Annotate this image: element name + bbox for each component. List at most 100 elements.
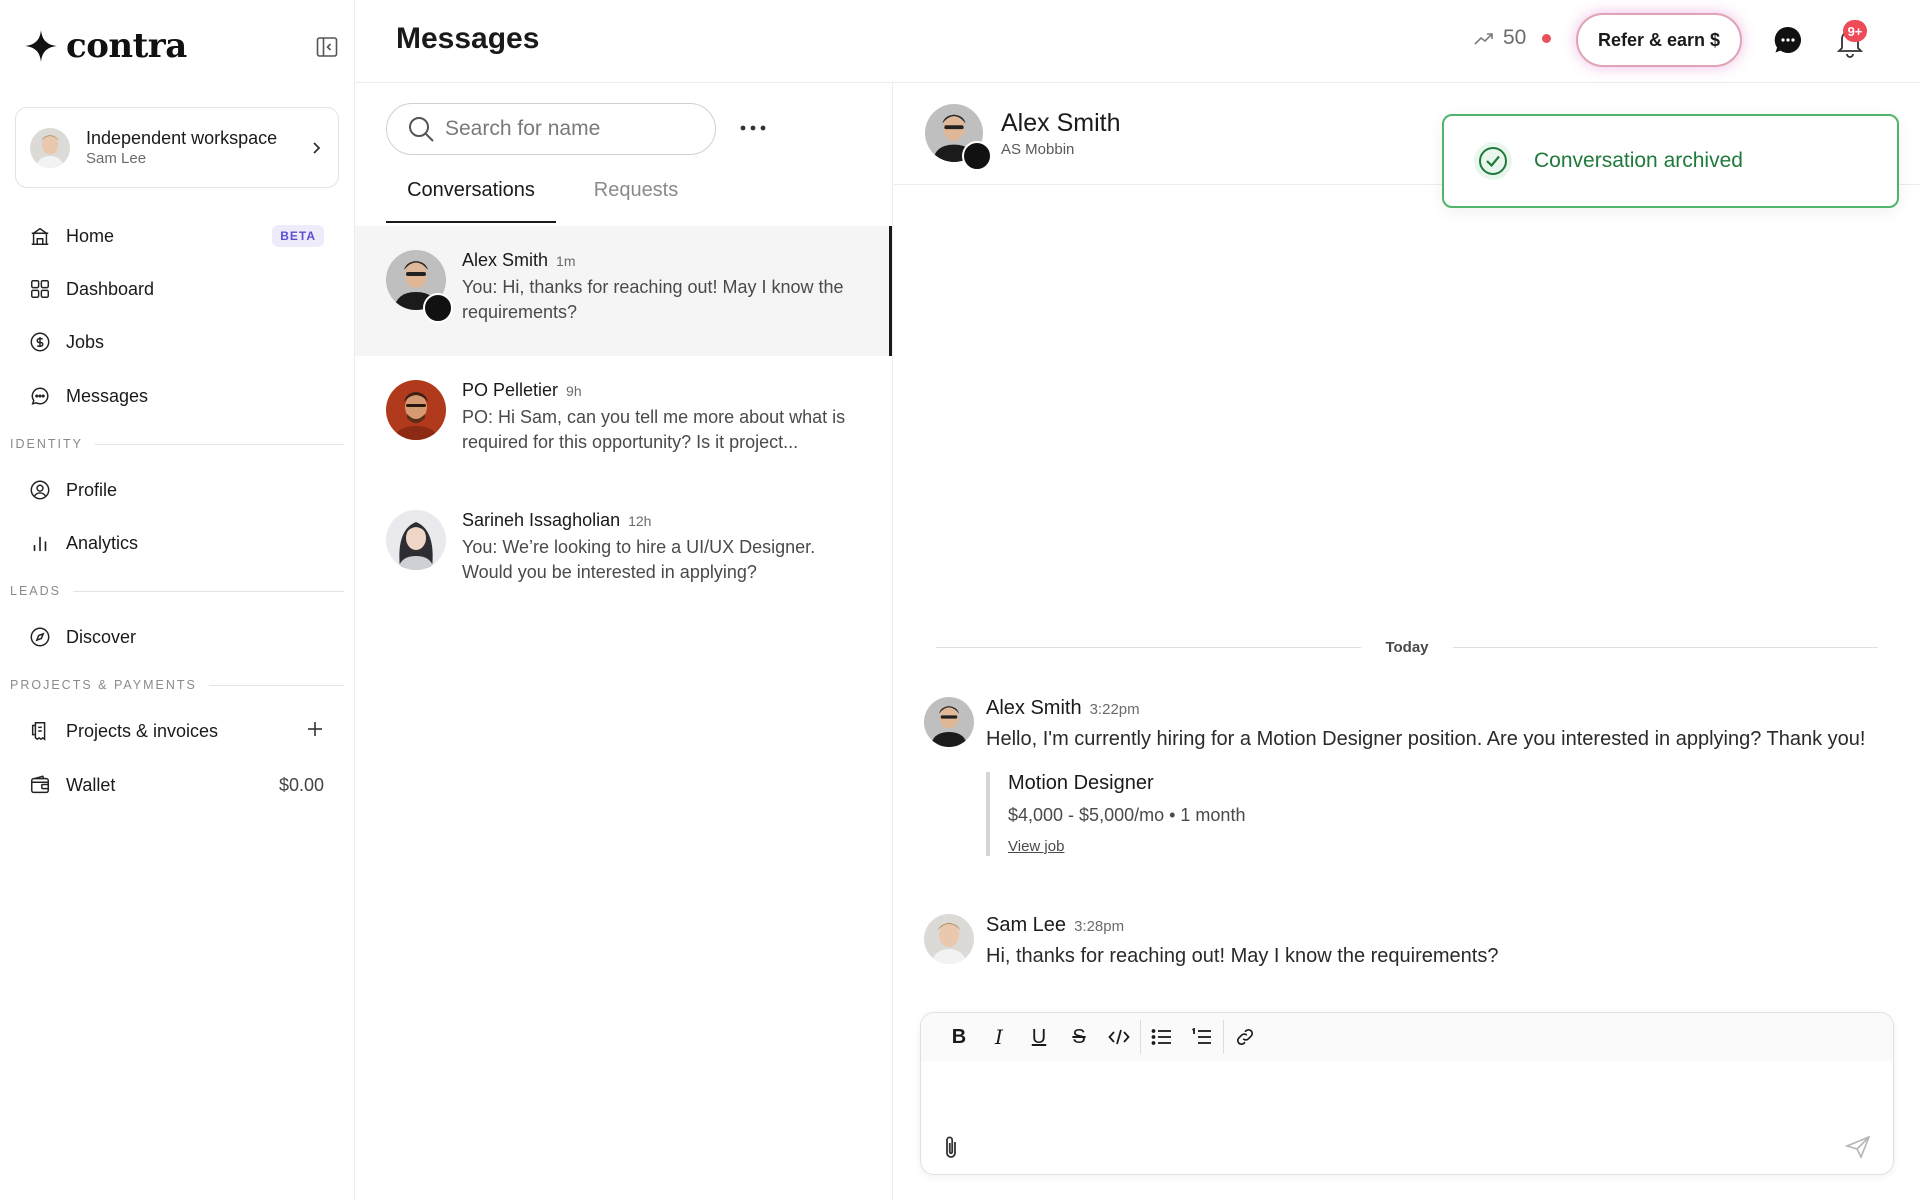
job-meta: $4,000 - $5,000/mo • 1 month <box>1008 805 1246 825</box>
avatar <box>924 914 974 964</box>
chat-pane: Alex Smith AS Mobbin Today Alex Smith 3:… <box>894 83 1920 1200</box>
code-button[interactable] <box>1099 1019 1139 1055</box>
strikethrough-icon: S <box>1072 1025 1086 1048</box>
page-title: Messages <box>396 22 540 55</box>
search-input[interactable] <box>445 117 705 141</box>
link-icon <box>1236 1028 1254 1046</box>
refer-earn-button[interactable]: Refer & earn $ <box>1576 13 1742 67</box>
numbered-list-icon <box>1192 1028 1211 1044</box>
section-label-text: PROJECTS & PAYMENTS <box>10 678 197 692</box>
workspace-switcher[interactable]: Independent workspace Sam Lee <box>15 107 339 188</box>
plus-icon <box>308 721 322 736</box>
user-circle-icon <box>28 478 52 502</box>
conversation-item[interactable]: Sarineh Issagholian 12h You: We’re looki… <box>355 486 892 616</box>
workspace-name: Independent workspace <box>86 127 278 148</box>
conversation-item[interactable]: Alex Smith 1m You: Hi, thanks for reachi… <box>355 226 892 356</box>
section-label-text: IDENTITY <box>10 437 83 451</box>
day-divider: Today <box>924 639 1890 656</box>
streak-count: 50 <box>1503 26 1527 49</box>
message-time: 3:28pm <box>1074 918 1125 935</box>
nav-item-profile[interactable]: Profile <box>20 470 336 510</box>
nav-item-projects[interactable]: Projects & invoices <box>20 711 336 751</box>
contact-name[interactable]: Alex Smith <box>1001 109 1120 138</box>
nav-item-home[interactable]: Home BETA <box>20 216 336 256</box>
chat-button[interactable] <box>1773 25 1803 55</box>
collapse-sidebar-button[interactable] <box>314 34 340 60</box>
nav-label: Wallet <box>66 774 116 795</box>
conversation-name: Alex Smith <box>462 250 549 270</box>
invoice-icon <box>28 719 52 743</box>
nav-label: Projects & invoices <box>66 720 219 741</box>
nav-item-wallet[interactable]: Wallet $0.00 <box>20 765 336 805</box>
add-project-button[interactable] <box>306 720 324 743</box>
message-input[interactable] <box>941 1073 1841 1113</box>
bullet-list-button[interactable] <box>1142 1019 1182 1055</box>
conversation-time: 1m <box>556 253 576 269</box>
nav-label: Dashboard <box>66 278 155 299</box>
link-button[interactable] <box>1225 1019 1265 1055</box>
nav-item-jobs[interactable]: Jobs <box>20 322 336 362</box>
nav-item-discover[interactable]: Discover <box>20 617 336 657</box>
message-sender: Sam Lee <box>986 914 1067 936</box>
numbered-list-button[interactable] <box>1182 1019 1222 1055</box>
contra-star-icon <box>25 30 57 62</box>
message-sender: Alex Smith <box>986 697 1082 719</box>
bold-icon: B <box>951 1025 967 1048</box>
nav-item-analytics[interactable]: Analytics <box>20 523 336 563</box>
company-logo-badge <box>962 141 992 171</box>
workspace-user: Sam Lee <box>86 149 147 167</box>
nav-item-dashboard[interactable]: Dashboard <box>20 269 336 309</box>
tab-conversations[interactable]: Conversations <box>386 179 556 223</box>
send-icon <box>1844 1135 1871 1159</box>
day-label: Today <box>1385 639 1429 656</box>
avatar <box>30 127 70 168</box>
message-time: 3:22pm <box>1089 701 1140 718</box>
bar-chart-icon <box>28 531 52 555</box>
toast-message: Conversation archived <box>1534 149 1743 172</box>
tab-requests[interactable]: Requests <box>581 179 691 223</box>
streak-indicator[interactable]: 50 <box>1473 26 1552 50</box>
more-horizontal-icon <box>740 125 766 131</box>
chevron-right-icon <box>313 141 321 154</box>
italic-button[interactable]: I <box>979 1019 1019 1055</box>
trending-up-icon <box>1474 33 1493 45</box>
message-composer: B I U S <box>920 1012 1894 1175</box>
nav-label: Discover <box>66 626 137 647</box>
message-text: Hi, thanks for reaching out! May I know … <box>986 945 1499 967</box>
toolbar-separator <box>1223 1020 1224 1054</box>
grid-icon <box>28 277 52 301</box>
contact-company: AS Mobbin <box>1001 141 1075 158</box>
archive-toast: Conversation archived <box>1442 114 1899 208</box>
conversation-time: 9h <box>566 383 582 399</box>
section-label-projects: PROJECTS & PAYMENTS <box>10 678 344 692</box>
section-label-text: LEADS <box>10 584 61 598</box>
send-button[interactable] <box>1844 1135 1873 1161</box>
strikethrough-button[interactable]: S <box>1059 1019 1099 1055</box>
conversation-name: PO Pelletier <box>462 380 559 400</box>
beta-badge: BETA <box>272 225 324 247</box>
conversation-item[interactable]: PO Pelletier 9h PO: Hi Sam, can you tell… <box>355 356 892 486</box>
wallet-balance: $0.00 <box>278 774 324 795</box>
bold-button[interactable]: B <box>939 1019 979 1055</box>
conversation-preview: You: Hi, thanks for reaching out! May I … <box>462 277 844 322</box>
nav-label: Messages <box>66 385 149 406</box>
compass-icon <box>28 625 52 649</box>
view-job-link[interactable]: View job <box>1008 838 1064 855</box>
attach-button[interactable] <box>941 1135 965 1161</box>
avatar <box>386 510 446 570</box>
nav-label: Jobs <box>66 331 105 352</box>
nav-item-messages[interactable]: Messages <box>20 376 336 416</box>
job-card: Motion Designer $4,000 - $5,000/mo • 1 m… <box>986 772 1894 856</box>
section-label-leads: LEADS <box>10 584 344 598</box>
notification-badge: 9+ <box>1843 20 1867 42</box>
paperclip-icon <box>946 1136 956 1158</box>
search-box[interactable] <box>386 103 716 155</box>
logo[interactable]: contra <box>24 26 187 66</box>
conversation-time: 12h <box>628 513 652 529</box>
chat-bubble-icon <box>1774 26 1802 53</box>
underline-button[interactable]: U <box>1019 1019 1059 1055</box>
conversation-name: Sarineh Issagholian <box>462 510 621 530</box>
formatting-toolbar: B I U S <box>921 1013 1893 1061</box>
section-label-identity: IDENTITY <box>10 437 344 451</box>
more-options-button[interactable] <box>735 113 771 143</box>
